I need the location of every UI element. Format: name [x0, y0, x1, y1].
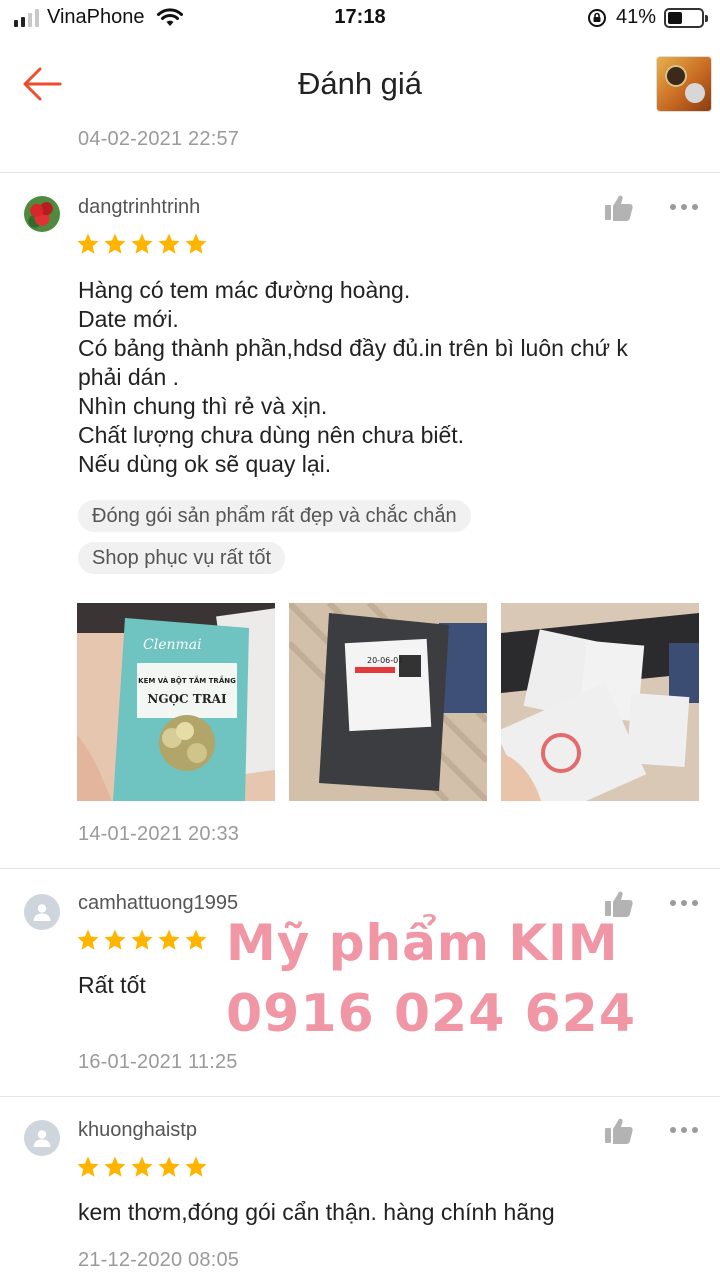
star-icon: [104, 233, 126, 254]
star-icon: [104, 929, 126, 950]
star-icon: [185, 1156, 207, 1177]
user-avatar-icon: [33, 1130, 51, 1147]
review-username: khuonghaistp: [78, 1119, 197, 1141]
star-rating: [76, 1155, 208, 1179]
product-pack-image: Clenmai KEM VÀ BỘT TẮM TRẮNG NGỌC TRAI: [77, 603, 275, 801]
battery-percent: 41%: [615, 6, 656, 28]
review-text-line: Chất lượng chưa dùng nên chưa biết.: [78, 422, 465, 448]
page-title: Đánh giá: [297, 66, 423, 101]
parcel-label-text: 20-06-01: [367, 656, 403, 665]
star-icon: [158, 929, 180, 950]
watermark-phone: 0916 024 624: [226, 984, 637, 1044]
star-icon: [185, 929, 207, 950]
thumbs-up-icon[interactable]: [604, 1117, 634, 1145]
more-dots-icon[interactable]: [670, 1125, 702, 1135]
avatar[interactable]: [24, 894, 60, 930]
sachets-image: [501, 603, 699, 801]
star-rating: [76, 232, 208, 256]
status-bar: VinaPhone 17:18 41%: [0, 0, 720, 38]
review-tag: Đóng gói sản phẩm rất đẹp và chắc chắn: [78, 500, 471, 532]
thumbs-up-icon[interactable]: [604, 194, 634, 222]
product-thumbnail[interactable]: [656, 56, 712, 112]
pack-line1-text: KEM VÀ BỘT TẮM TRẮNG: [138, 675, 236, 685]
review-text-line: Date mới.: [78, 306, 179, 332]
star-icon: [77, 233, 99, 254]
star-icon: [77, 929, 99, 950]
star-icon: [185, 233, 207, 254]
watermark-shop-name: Mỹ phẩm KIM: [226, 914, 619, 972]
battery-icon: [664, 7, 708, 28]
review-photo-parcel[interactable]: 20-06-01: [289, 603, 487, 801]
nav-bar: Đánh giá: [0, 44, 720, 124]
pack-line2-text: NGỌC TRAI: [147, 692, 227, 706]
review-tag: Shop phục vụ rất tốt: [78, 542, 286, 574]
review-text-line: Nhìn chung thì rẻ và xịn.: [78, 393, 328, 419]
star-icon: [158, 1156, 180, 1177]
review-photo-product-pack[interactable]: Clenmai KEM VÀ BỘT TẮM TRẮNG NGỌC TRAI: [77, 603, 275, 801]
review-date: 16-01-2021 11:25: [78, 1051, 238, 1073]
divider: [0, 172, 720, 173]
star-rating: [76, 928, 208, 952]
star-icon: [158, 233, 180, 254]
divider: [0, 1096, 720, 1097]
review-username: dangtrinhtrinh: [78, 196, 201, 218]
star-icon: [131, 1156, 153, 1177]
user-avatar-icon: [33, 904, 51, 921]
star-icon: [131, 929, 153, 950]
star-icon: [131, 233, 153, 254]
review-photo-sachets[interactable]: [501, 603, 699, 801]
avatar[interactable]: [24, 1120, 60, 1156]
more-dots-icon[interactable]: [670, 202, 702, 212]
review-text: kem thơm,đóng gói cẩn thận. hàng chính h…: [78, 1199, 555, 1225]
status-right: 41%: [586, 6, 708, 29]
pack-brand-text: Clenmai: [143, 637, 202, 653]
more-dots-icon[interactable]: [670, 898, 702, 908]
star-icon: [77, 1156, 99, 1177]
divider: [0, 868, 720, 869]
star-icon: [104, 1156, 126, 1177]
review-username: camhattuong1995: [78, 892, 239, 914]
review-date: 04-02-2021 22:57: [78, 128, 240, 150]
review-text-line: Có bảng thành phần,hdsd đầy đủ.in trên b…: [78, 335, 628, 361]
review-date: 21-12-2020 08:05: [78, 1249, 240, 1271]
avatar[interactable]: [24, 196, 60, 232]
review-text-line: Hàng có tem mác đường hoàng.: [78, 277, 411, 303]
orientation-lock-icon: [587, 8, 606, 27]
parcel-image: 20-06-01: [289, 603, 487, 801]
review-text-line: phải dán .: [78, 364, 180, 390]
review-date: 14-01-2021 20:33: [78, 823, 240, 845]
review-text: Hàng có tem mác đường hoàng. Date mới. C…: [78, 276, 698, 479]
review-text-line: Nếu dùng ok sẽ quay lại.: [78, 451, 332, 477]
